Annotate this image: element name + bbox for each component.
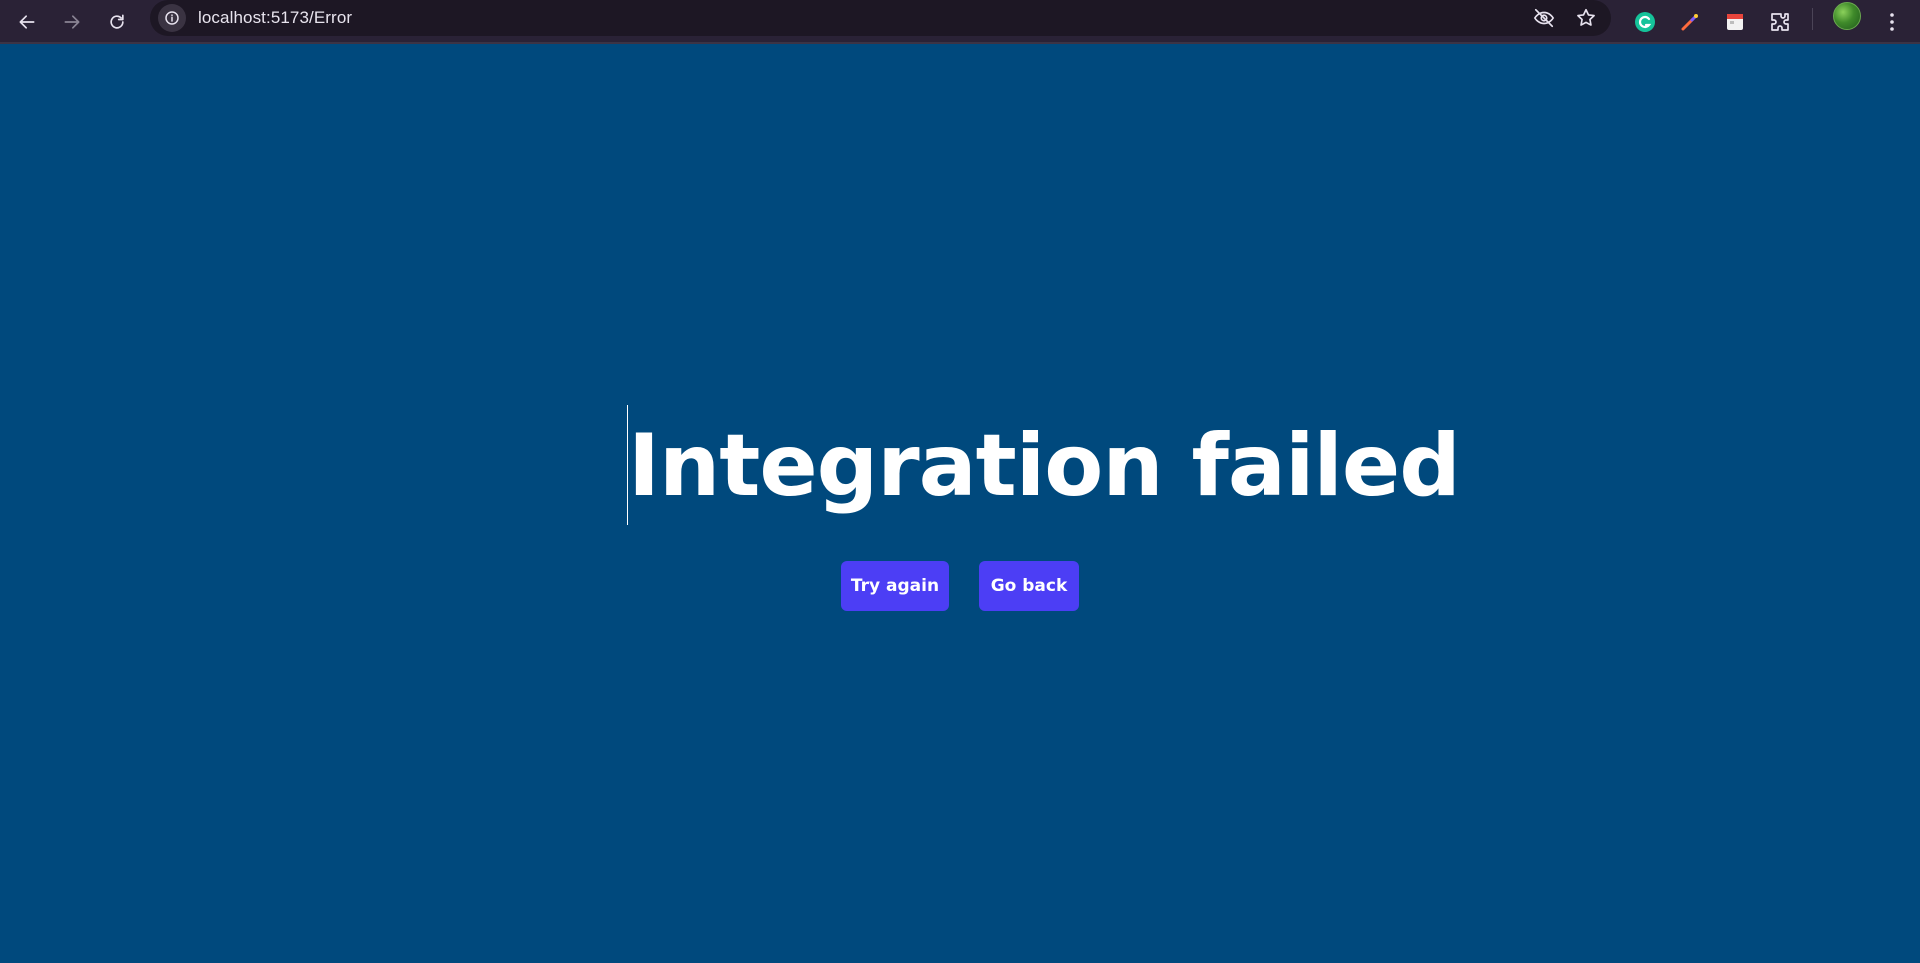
grammarly-icon — [1635, 12, 1655, 32]
address-bar[interactable]: localhost:5173/Error — [150, 0, 1611, 36]
browser-menu-button[interactable] — [1874, 4, 1910, 40]
kebab-menu-icon — [1890, 13, 1894, 31]
page-content: Integration failed Try again Go back — [0, 46, 1920, 963]
page-title: Integration failed — [628, 416, 1461, 516]
forward-button[interactable] — [54, 4, 90, 40]
info-icon — [165, 11, 179, 25]
back-button[interactable] — [9, 4, 45, 40]
eye-off-icon[interactable] — [1533, 7, 1555, 29]
toolbar-divider — [1812, 8, 1813, 30]
url-text[interactable]: localhost:5173/Error — [198, 8, 352, 28]
avatar[interactable] — [1833, 2, 1861, 30]
site-info-button[interactable] — [158, 4, 186, 32]
browser-toolbar: localhost:5173/Error — [0, 0, 1920, 44]
go-back-button[interactable]: Go back — [979, 561, 1079, 611]
star-icon[interactable] — [1575, 7, 1597, 29]
color-picker-extension[interactable] — [1672, 4, 1708, 40]
arrow-right-icon — [64, 15, 80, 29]
try-again-button[interactable]: Try again — [841, 561, 949, 611]
puzzle-icon — [1771, 13, 1789, 31]
grammarly-extension[interactable] — [1627, 4, 1663, 40]
reload-icon — [110, 14, 124, 29]
arrow-left-icon — [19, 15, 35, 29]
calendar-extension[interactable] — [1717, 4, 1753, 40]
extensions-button[interactable] — [1762, 4, 1798, 40]
color-picker-icon — [1681, 14, 1698, 31]
calendar-icon — [1727, 14, 1743, 30]
reload-button[interactable] — [99, 4, 135, 40]
